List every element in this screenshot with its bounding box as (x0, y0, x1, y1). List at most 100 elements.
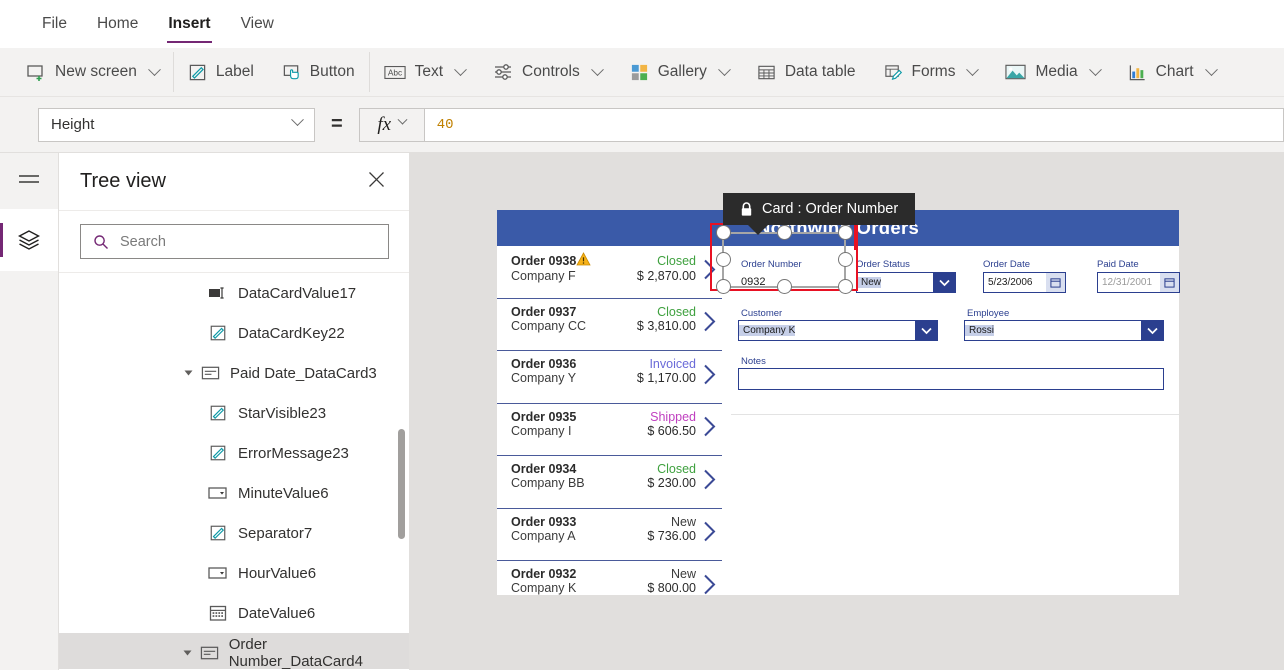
field-dropdown-employee[interactable]: Rossi (964, 320, 1164, 341)
gallery-company: Company F (511, 269, 576, 283)
gallery-order-number: Order 0932 (511, 567, 577, 581)
gallery-order-number: Order 0938 (511, 252, 591, 269)
app-canvas[interactable]: Northwind Orders Order 0938 Closed Compa… (410, 153, 1284, 670)
chevron-down-icon (454, 62, 467, 76)
tree-item-minutevalue6[interactable]: MinuteValue6 (59, 473, 409, 513)
ribbon-item-label: Media (1035, 63, 1078, 80)
fx-button[interactable]: fx (358, 107, 425, 142)
resize-handle-middle-right[interactable] (838, 252, 853, 267)
svg-text:Abc: Abc (387, 68, 401, 77)
gallery-amount: $ 736.00 (647, 528, 696, 543)
field-dropdown-order-status[interactable]: New (856, 272, 956, 293)
menu-item-label: Insert (168, 15, 211, 32)
tree-item-starvisible23[interactable]: StarVisible23 (59, 393, 409, 433)
tree-item-paid-date-datacard3[interactable]: Paid Date_DataCard3 (59, 353, 409, 393)
chevron-right-icon[interactable] (703, 469, 716, 495)
chevron-right-icon[interactable] (703, 259, 716, 285)
ribbon-text-button[interactable]: Abc Text (370, 48, 479, 96)
calendar-icon (207, 604, 229, 622)
menu-item-home[interactable]: Home (83, 9, 152, 39)
tree-item-hourvalue6[interactable]: HourValue6 (59, 553, 409, 593)
tree-item-order-number-datacard4[interactable]: Order Number_DataCard4 (59, 633, 409, 669)
field-value-order-status: New (857, 277, 882, 288)
card-tooltip-text: Card : Order Number (762, 201, 899, 217)
ribbon-media-button[interactable]: Media (991, 48, 1113, 96)
ribbon-gallery-button[interactable]: Gallery (616, 48, 743, 96)
hamburger-menu-button[interactable] (0, 153, 58, 209)
resize-handle-top-center[interactable] (777, 225, 792, 240)
menu-bar: File Home Insert View (0, 0, 1284, 48)
tree-item-label: ErrorMessage23 (238, 444, 349, 462)
chevron-right-icon[interactable] (703, 574, 716, 595)
ribbon-forms-button[interactable]: Forms (870, 48, 992, 96)
gallery-order-number: Order 0934 (511, 462, 577, 476)
ribbon-chart-button[interactable]: Chart (1114, 48, 1230, 96)
chevron-down-icon[interactable] (1141, 321, 1163, 340)
gallery-item[interactable]: Order 0932 New Company K $ 800.00 (497, 561, 722, 595)
chevron-right-icon[interactable] (703, 311, 716, 337)
expander-arrow-icon[interactable] (181, 646, 194, 660)
ribbon-item-label: Button (309, 63, 355, 80)
ribbon-label-button[interactable]: Label (174, 48, 268, 96)
resize-handle-middle-left[interactable] (716, 252, 731, 267)
chevron-down-icon (147, 62, 161, 76)
tree-item-label: DataCardValue17 (238, 284, 357, 302)
tree-item-datevalue6[interactable]: DateValue6 (59, 593, 409, 633)
rail-tree-view-button[interactable] (0, 209, 58, 271)
chevron-right-icon[interactable] (703, 364, 716, 390)
ribbon-data-table-button[interactable]: Data table (743, 48, 870, 96)
field-value-customer: Company K (739, 325, 796, 336)
orders-gallery[interactable]: Order 0938 Closed Company F $ 2,870.00 O… (497, 246, 722, 595)
chevron-right-icon[interactable] (703, 416, 716, 442)
resize-handle-bottom-center[interactable] (777, 279, 792, 294)
gallery-item[interactable]: Order 0934 Closed Company BB $ 230.00 (497, 456, 722, 509)
calendar-icon[interactable] (1160, 273, 1179, 292)
property-selector-dropdown[interactable]: Height (38, 107, 315, 142)
tree-item-label: DataCardKey22 (238, 324, 345, 342)
field-date-order-date[interactable]: 5/23/2006 (983, 272, 1066, 293)
calendar-icon[interactable] (1046, 273, 1065, 292)
resize-handle-bottom-left[interactable] (716, 279, 731, 294)
gallery-amount: $ 1,170.00 (636, 371, 696, 385)
field-dropdown-customer[interactable]: Company K (738, 320, 938, 341)
chevron-down-icon (1204, 62, 1218, 76)
resize-handle-bottom-right[interactable] (838, 279, 853, 294)
formula-input[interactable]: 40 (424, 107, 1284, 142)
expander-arrow-icon[interactable] (181, 366, 195, 380)
field-textarea-notes[interactable] (738, 368, 1164, 390)
menu-item-insert[interactable]: Insert (154, 9, 224, 43)
tree-item-separator7[interactable]: Separator7 (59, 513, 409, 553)
close-icon[interactable] (364, 167, 389, 197)
tree-item-errormessage23[interactable]: ErrorMessage23 (59, 433, 409, 473)
ribbon-controls-button[interactable]: Controls (479, 48, 616, 96)
chart-bars-icon (1128, 63, 1147, 82)
gallery-item[interactable]: Order 0936 Invoiced Company Y $ 1,170.00 (497, 351, 722, 404)
menu-item-view[interactable]: View (227, 9, 288, 39)
gallery-item[interactable]: Order 0938 Closed Company F $ 2,870.00 (497, 246, 722, 299)
chevron-down-icon[interactable] (915, 321, 937, 340)
menu-item-file[interactable]: File (28, 9, 81, 39)
chevron-right-icon[interactable] (703, 521, 716, 547)
chevron-down-icon[interactable] (933, 273, 955, 292)
formula-value: 40 (436, 116, 454, 133)
resize-handle-top-right[interactable] (838, 225, 853, 240)
ribbon-button-button[interactable]: Button (268, 48, 369, 96)
tree-view-scrollbar-thumb[interactable] (398, 429, 405, 539)
field-label-order-number: Order Number (741, 259, 802, 270)
field-label-customer: Customer (741, 308, 783, 319)
left-rail (0, 153, 59, 670)
search-input[interactable] (120, 233, 376, 250)
tree-search-box[interactable] (80, 224, 389, 259)
field-date-paid-date[interactable]: 12/31/2001 (1097, 272, 1180, 293)
tree-view-list: DataCardValue17 DataCardKey22 Paid Date_… (59, 273, 409, 669)
ribbon-new-screen-button[interactable]: New screen (0, 48, 173, 96)
media-image-icon (1005, 63, 1027, 81)
gallery-item[interactable]: Order 0935 Shipped Company I $ 606.50 (497, 403, 722, 456)
resize-handle-top-left[interactable] (716, 225, 731, 240)
chevron-down-icon (291, 113, 304, 127)
gallery-item[interactable]: Order 0937 Closed Company CC $ 3,810.00 (497, 298, 722, 351)
gallery-item[interactable]: Order 0933 New Company A $ 736.00 (497, 508, 722, 561)
tree-item-datacardkey22[interactable]: DataCardKey22 (59, 313, 409, 353)
tree-item-datacardvalue17[interactable]: DataCardValue17 (59, 273, 409, 313)
gallery-order-label: Order 0938 (511, 253, 577, 268)
